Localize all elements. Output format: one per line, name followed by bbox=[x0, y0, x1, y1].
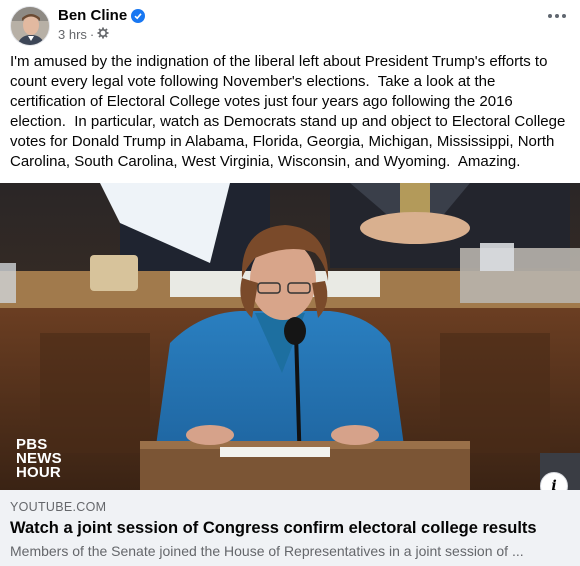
author-name-text[interactable]: Ben Cline bbox=[58, 7, 127, 24]
pbs-newshour-logo: PBS NEWS HOUR bbox=[16, 437, 62, 481]
link-description: Members of the Senate joined the House o… bbox=[10, 543, 524, 559]
meta-separator: · bbox=[89, 27, 95, 42]
link-title[interactable]: Watch a joint session of Congress confir… bbox=[10, 519, 537, 538]
post-header: Ben Cline 3 hrs · bbox=[10, 6, 570, 46]
author-avatar[interactable] bbox=[10, 6, 50, 46]
thumbnail-scene bbox=[0, 183, 580, 490]
post-meta: 3 hrs · bbox=[58, 27, 109, 42]
verified-badge-icon bbox=[131, 8, 146, 23]
video-thumbnail[interactable] bbox=[0, 183, 580, 490]
logo-line-hour: HOUR bbox=[16, 464, 61, 481]
link-preview-card[interactable]: YOUTUBE.COM Watch a joint session of Con… bbox=[0, 490, 580, 566]
link-domain: YOUTUBE.COM bbox=[10, 500, 107, 514]
more-options-icon[interactable] bbox=[544, 6, 570, 26]
post-timestamp[interactable]: 3 hrs bbox=[58, 27, 87, 42]
gear-icon[interactable] bbox=[97, 27, 109, 42]
author-name[interactable]: Ben Cline bbox=[58, 7, 146, 24]
post-text: I'm amused by the indignation of the lib… bbox=[10, 53, 570, 170]
